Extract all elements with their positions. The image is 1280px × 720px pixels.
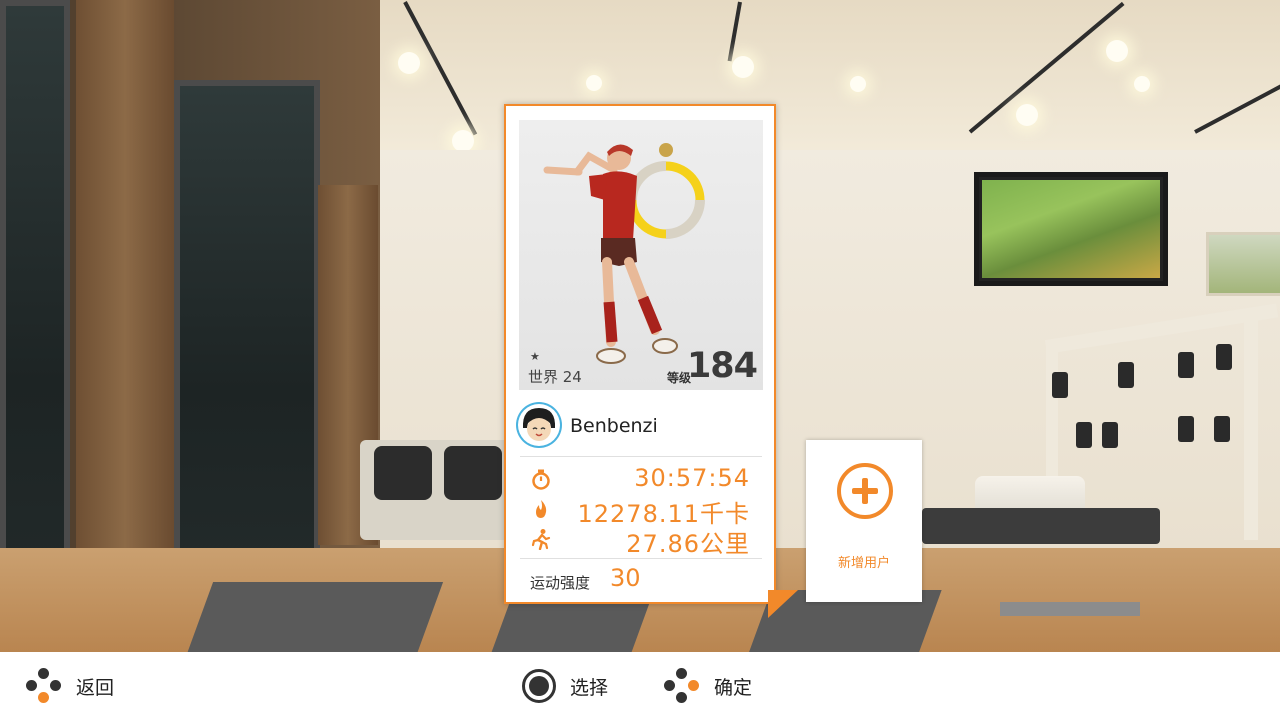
user-avatar (516, 402, 562, 448)
username: Benbenzi (570, 415, 658, 437)
plus-circle-icon (837, 463, 893, 519)
add-user-label: 新增用户 (837, 556, 890, 571)
weight-bench (922, 508, 1160, 544)
back-label: 返回 (76, 676, 115, 699)
control-hints-bar: 返回 选择 确定 (0, 652, 1280, 720)
star-icon: ★ (530, 350, 540, 363)
weight-bench-base (1000, 602, 1140, 616)
pillar (76, 0, 174, 630)
yoga-mat (490, 604, 650, 652)
divider (520, 558, 762, 559)
confirm-label: 确定 (714, 676, 753, 699)
yoga-mat (186, 582, 444, 652)
spotlight (398, 52, 420, 74)
select-label: 选择 (570, 676, 609, 699)
button-right-icon (664, 668, 700, 704)
spotlight (452, 130, 474, 152)
running-icon (531, 529, 551, 550)
back-hint[interactable]: 返回 (26, 652, 114, 720)
stick-icon (522, 669, 556, 703)
wall-painting (1206, 232, 1280, 296)
selection-cursor-icon (768, 590, 798, 618)
intensity-label: 运动强度 (530, 574, 591, 592)
character-portrait: ★ 世界 24 等级 184 (519, 120, 763, 390)
spotlight (732, 56, 754, 78)
button-down-icon (26, 668, 62, 704)
spotlight (586, 75, 602, 91)
total-distance: 27.86公里 (626, 530, 750, 558)
spotlight (1106, 40, 1128, 62)
bench-with-bags (360, 440, 510, 540)
select-hint[interactable]: 选择 (522, 652, 608, 720)
window (0, 0, 70, 640)
player-card[interactable]: ★ 世界 24 等级 184 Benbenzi 30:57:54 12278.1… (504, 104, 776, 604)
level-value: 184 (686, 346, 758, 386)
total-time: 30:57:54 (634, 464, 750, 492)
divider (520, 456, 762, 457)
world-indicator: 世界 24 (528, 368, 582, 386)
confirm-hint[interactable]: 确定 (664, 652, 752, 720)
intensity-value: 30 (610, 564, 641, 592)
spotlight (1134, 76, 1150, 92)
add-user-button[interactable]: 新增用户 (806, 440, 922, 602)
spotlight (850, 76, 866, 92)
spotlight (1016, 104, 1038, 126)
flame-icon (536, 500, 547, 518)
wall-tv (974, 172, 1168, 286)
window (174, 80, 320, 600)
stopwatch-icon (532, 469, 550, 490)
